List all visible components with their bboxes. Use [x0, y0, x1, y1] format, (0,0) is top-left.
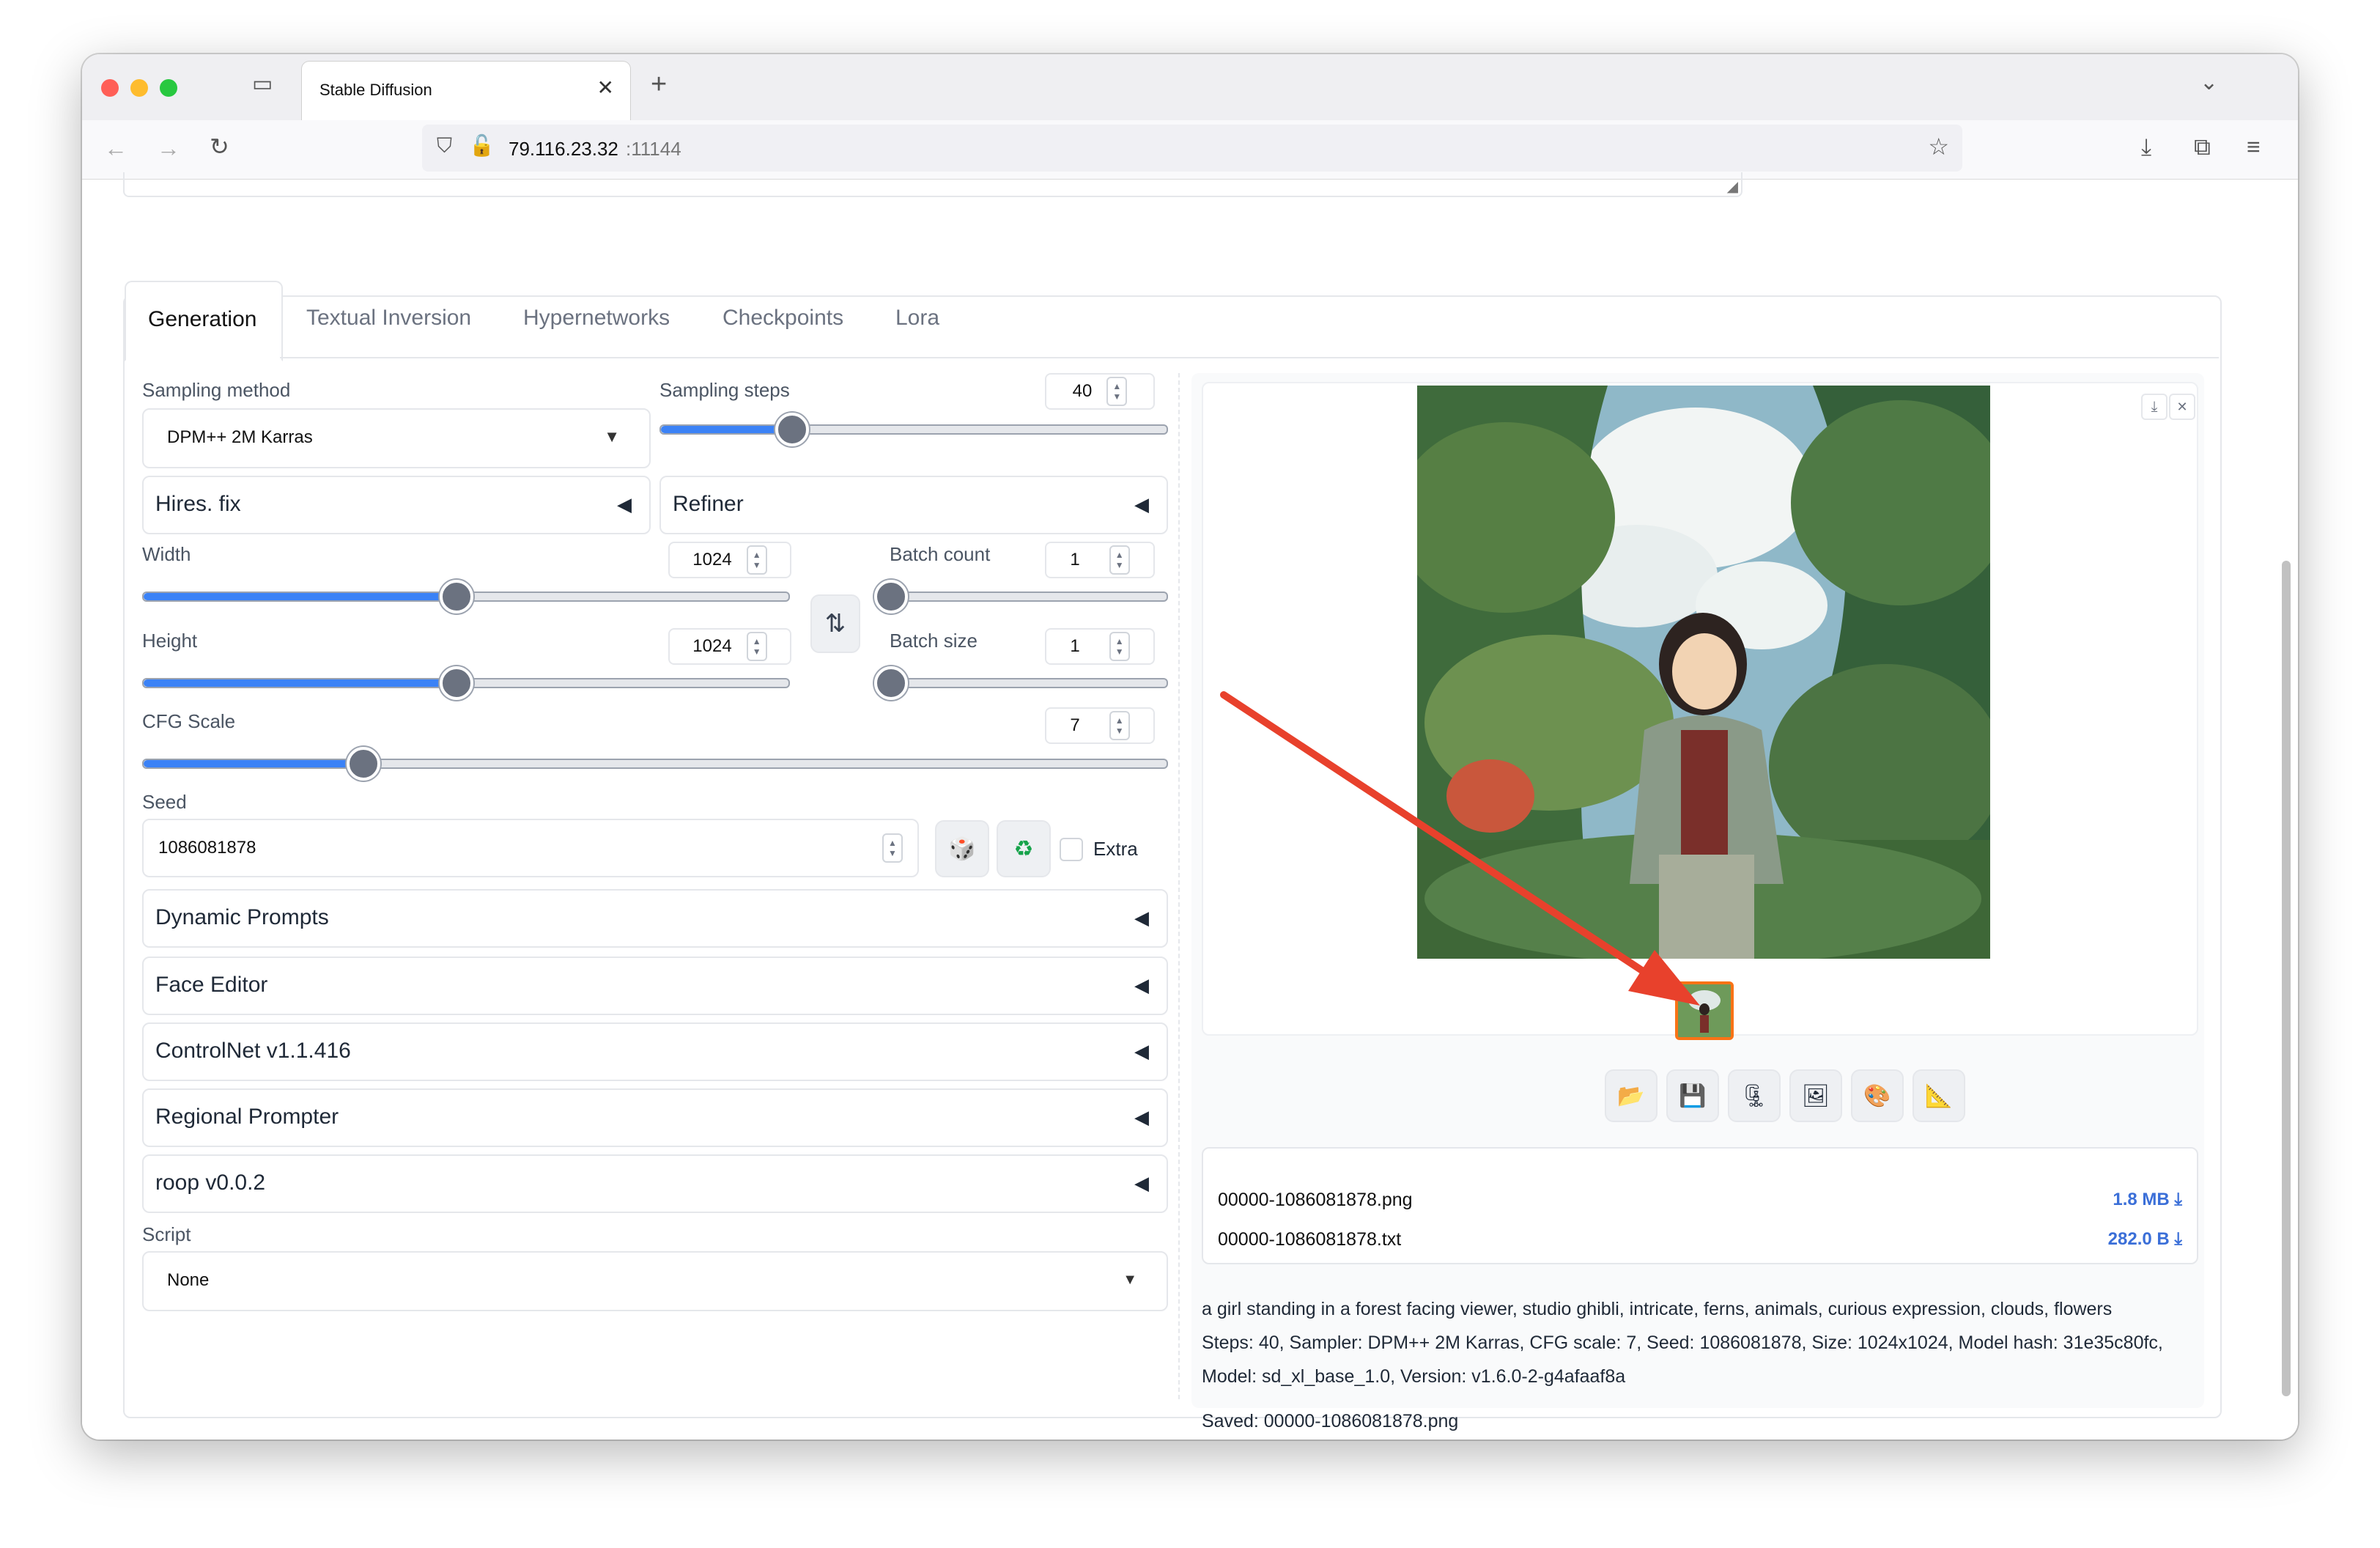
annotation-arrow-head	[1628, 950, 1700, 1006]
annotation-arrow	[1220, 691, 1700, 1006]
annotation-arrow-shaft	[1220, 691, 1661, 984]
